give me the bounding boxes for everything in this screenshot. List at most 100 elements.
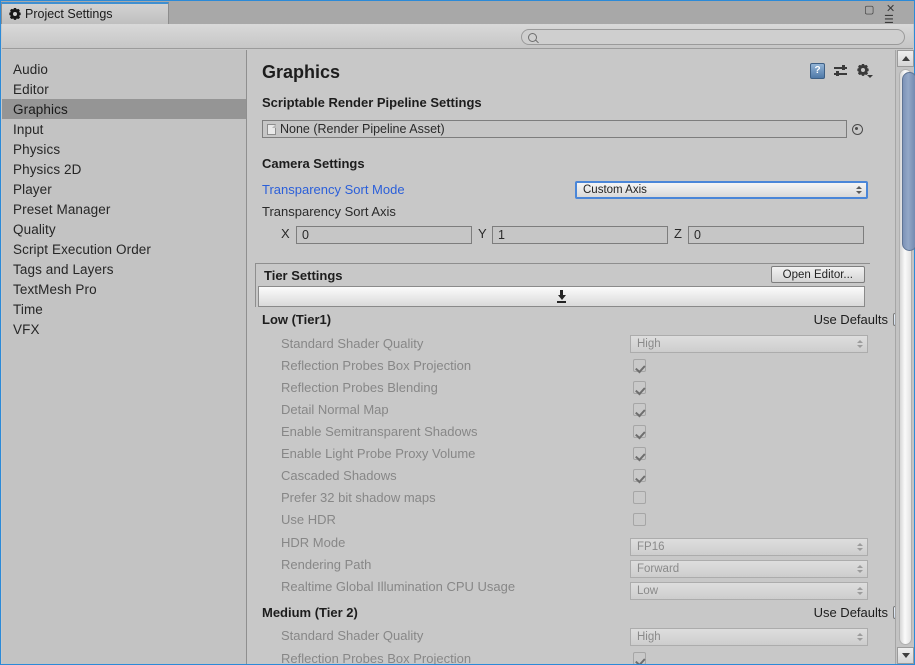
use-defaults-medium[interactable]: Use Defaults: [814, 605, 906, 620]
axis-y-value: 1: [498, 228, 505, 242]
dropdown-rendering-path[interactable]: Forward: [630, 560, 868, 578]
chevron-updown-icon: [857, 543, 863, 551]
axis-z-label: Z: [674, 226, 682, 241]
tier-title-low: Low (Tier1): [262, 312, 331, 327]
sidebar-item-label: VFX: [13, 322, 40, 337]
use-defaults-low[interactable]: Use Defaults: [814, 312, 906, 327]
transparency-sort-mode-dropdown[interactable]: Custom Axis: [575, 181, 868, 199]
sidebar-item-label: Tags and Layers: [13, 262, 114, 277]
sidebar-item-vfx[interactable]: VFX: [2, 319, 246, 339]
chevron-updown-icon: [856, 186, 862, 194]
row-label-reflection-probes-box-projection-medium: Reflection Probes Box Projection: [281, 651, 471, 664]
axis-x-value: 0: [302, 228, 309, 242]
sidebar-item-input[interactable]: Input: [2, 119, 246, 139]
graphics-settings-pane: Graphics ? Scriptable Render Pipeline Se…: [248, 50, 914, 664]
srp-asset-field[interactable]: None (Render Pipeline Asset): [262, 120, 847, 138]
dropdown-standard-shader-quality-medium[interactable]: High: [630, 628, 868, 646]
page-title: Graphics: [262, 62, 340, 83]
sidebar-item-tags-and-layers[interactable]: Tags and Layers: [2, 259, 246, 279]
transparency-sort-mode-value: Custom Axis: [583, 184, 647, 196]
axis-z-field[interactable]: 0: [688, 226, 864, 244]
tab-project-settings[interactable]: Project Settings: [1, 2, 169, 24]
chevron-updown-icon: [857, 587, 863, 595]
row-label-cascaded-shadows: Cascaded Shadows: [281, 468, 397, 483]
chevron-down-icon: [902, 653, 910, 658]
help-icon[interactable]: ?: [810, 63, 825, 79]
tier-import-strip[interactable]: [258, 286, 865, 307]
dropdown-value: Forward: [637, 563, 679, 575]
dropdown-hdr-mode[interactable]: FP16: [630, 538, 868, 556]
download-icon[interactable]: [556, 290, 567, 303]
axis-z-value: 0: [694, 228, 701, 242]
sidebar-item-graphics[interactable]: Graphics: [2, 99, 246, 119]
dropdown-value: High: [637, 338, 661, 350]
checkbox-detail-normal-map[interactable]: [633, 403, 646, 416]
dropdown-realtime-gi-cpu-usage[interactable]: Low: [630, 582, 868, 600]
titlebar: Project Settings ▢ ✕ ☰: [1, 1, 914, 24]
sidebar-item-label: Script Execution Order: [13, 242, 151, 257]
scrollbar-thumb[interactable]: [902, 72, 915, 251]
dropdown-value: Low: [637, 585, 658, 597]
content-scrollbar[interactable]: [895, 50, 914, 664]
checkbox-reflection-probes-box-projection[interactable]: [633, 359, 646, 372]
sidebar-item-quality[interactable]: Quality: [2, 219, 246, 239]
axis-x-field[interactable]: 0: [296, 226, 472, 244]
sidebar-item-time[interactable]: Time: [2, 299, 246, 319]
srp-asset-value: None (Render Pipeline Asset): [280, 122, 445, 136]
sidebar-item-label: Quality: [13, 222, 56, 237]
checkbox-use-hdr[interactable]: [633, 513, 646, 526]
sidebar-item-player[interactable]: Player: [2, 179, 246, 199]
settings-category-sidebar: Audio Editor Graphics Input Physics Phys…: [2, 50, 247, 664]
row-label-detail-normal-map: Detail Normal Map: [281, 402, 389, 417]
sidebar-item-label: Audio: [13, 62, 48, 77]
sidebar-item-textmesh-pro[interactable]: TextMesh Pro: [2, 279, 246, 299]
maximize-icon[interactable]: ▢: [864, 5, 874, 16]
sidebar-item-label: Input: [13, 122, 44, 137]
scrollbar-track[interactable]: [899, 69, 912, 645]
use-defaults-label: Use Defaults: [814, 605, 888, 620]
tab-label: Project Settings: [25, 7, 113, 21]
sidebar-item-label: Time: [13, 302, 43, 317]
sidebar-item-preset-manager[interactable]: Preset Manager: [2, 199, 246, 219]
row-label-rendering-path: Rendering Path: [281, 557, 371, 572]
row-label-standard-shader-quality-medium: Standard Shader Quality: [281, 628, 423, 643]
open-editor-button[interactable]: Open Editor...: [771, 266, 865, 283]
tier-settings-label: Tier Settings: [264, 268, 343, 283]
dropdown-standard-shader-quality[interactable]: High: [630, 335, 868, 353]
search-field[interactable]: [521, 29, 905, 45]
row-label-hdr-mode: HDR Mode: [281, 535, 345, 550]
preset-icon[interactable]: [834, 64, 848, 78]
sidebar-item-physics[interactable]: Physics: [2, 139, 246, 159]
tier-settings-panel: Tier Settings Open Editor...: [255, 263, 870, 307]
checkbox-reflection-probes-blending[interactable]: [633, 381, 646, 394]
sidebar-item-script-execution-order[interactable]: Script Execution Order: [2, 239, 246, 259]
sidebar-item-audio[interactable]: Audio: [2, 59, 246, 79]
axis-y-field[interactable]: 1: [492, 226, 668, 244]
gear-icon[interactable]: [857, 64, 872, 78]
transparency-sort-mode-label[interactable]: Transparency Sort Mode: [262, 182, 405, 197]
tier-title-medium: Medium (Tier 2): [262, 605, 358, 620]
project-settings-window: Project Settings ▢ ✕ ☰ Audio Editor Grap…: [0, 0, 915, 665]
object-picker-icon[interactable]: [852, 124, 863, 135]
gear-icon: [9, 8, 21, 20]
sidebar-item-label: Physics: [13, 142, 60, 157]
sidebar-item-label: TextMesh Pro: [13, 282, 97, 297]
checkbox-reflection-probes-box-projection-medium[interactable]: [633, 652, 646, 664]
chevron-updown-icon: [857, 340, 863, 348]
sidebar-item-editor[interactable]: Editor: [2, 79, 246, 99]
search-input[interactable]: [541, 31, 871, 43]
sidebar-item-label: Physics 2D: [13, 162, 82, 177]
dropdown-value: High: [637, 631, 661, 643]
row-label-use-hdr: Use HDR: [281, 512, 336, 527]
row-label-prefer-32-bit-shadow-maps: Prefer 32 bit shadow maps: [281, 490, 436, 505]
search-icon: [528, 33, 537, 42]
checkbox-prefer-32-bit-shadow-maps[interactable]: [633, 491, 646, 504]
checkbox-enable-semitransparent-shadows[interactable]: [633, 425, 646, 438]
row-label-realtime-gi-cpu-usage: Realtime Global Illumination CPU Usage: [281, 579, 515, 594]
checkbox-cascaded-shadows[interactable]: [633, 469, 646, 482]
scroll-down-button[interactable]: [897, 647, 914, 664]
scroll-up-button[interactable]: [897, 50, 914, 67]
row-label-enable-light-probe-proxy-volume: Enable Light Probe Proxy Volume: [281, 446, 475, 461]
checkbox-enable-light-probe-proxy-volume[interactable]: [633, 447, 646, 460]
sidebar-item-physics-2d[interactable]: Physics 2D: [2, 159, 246, 179]
